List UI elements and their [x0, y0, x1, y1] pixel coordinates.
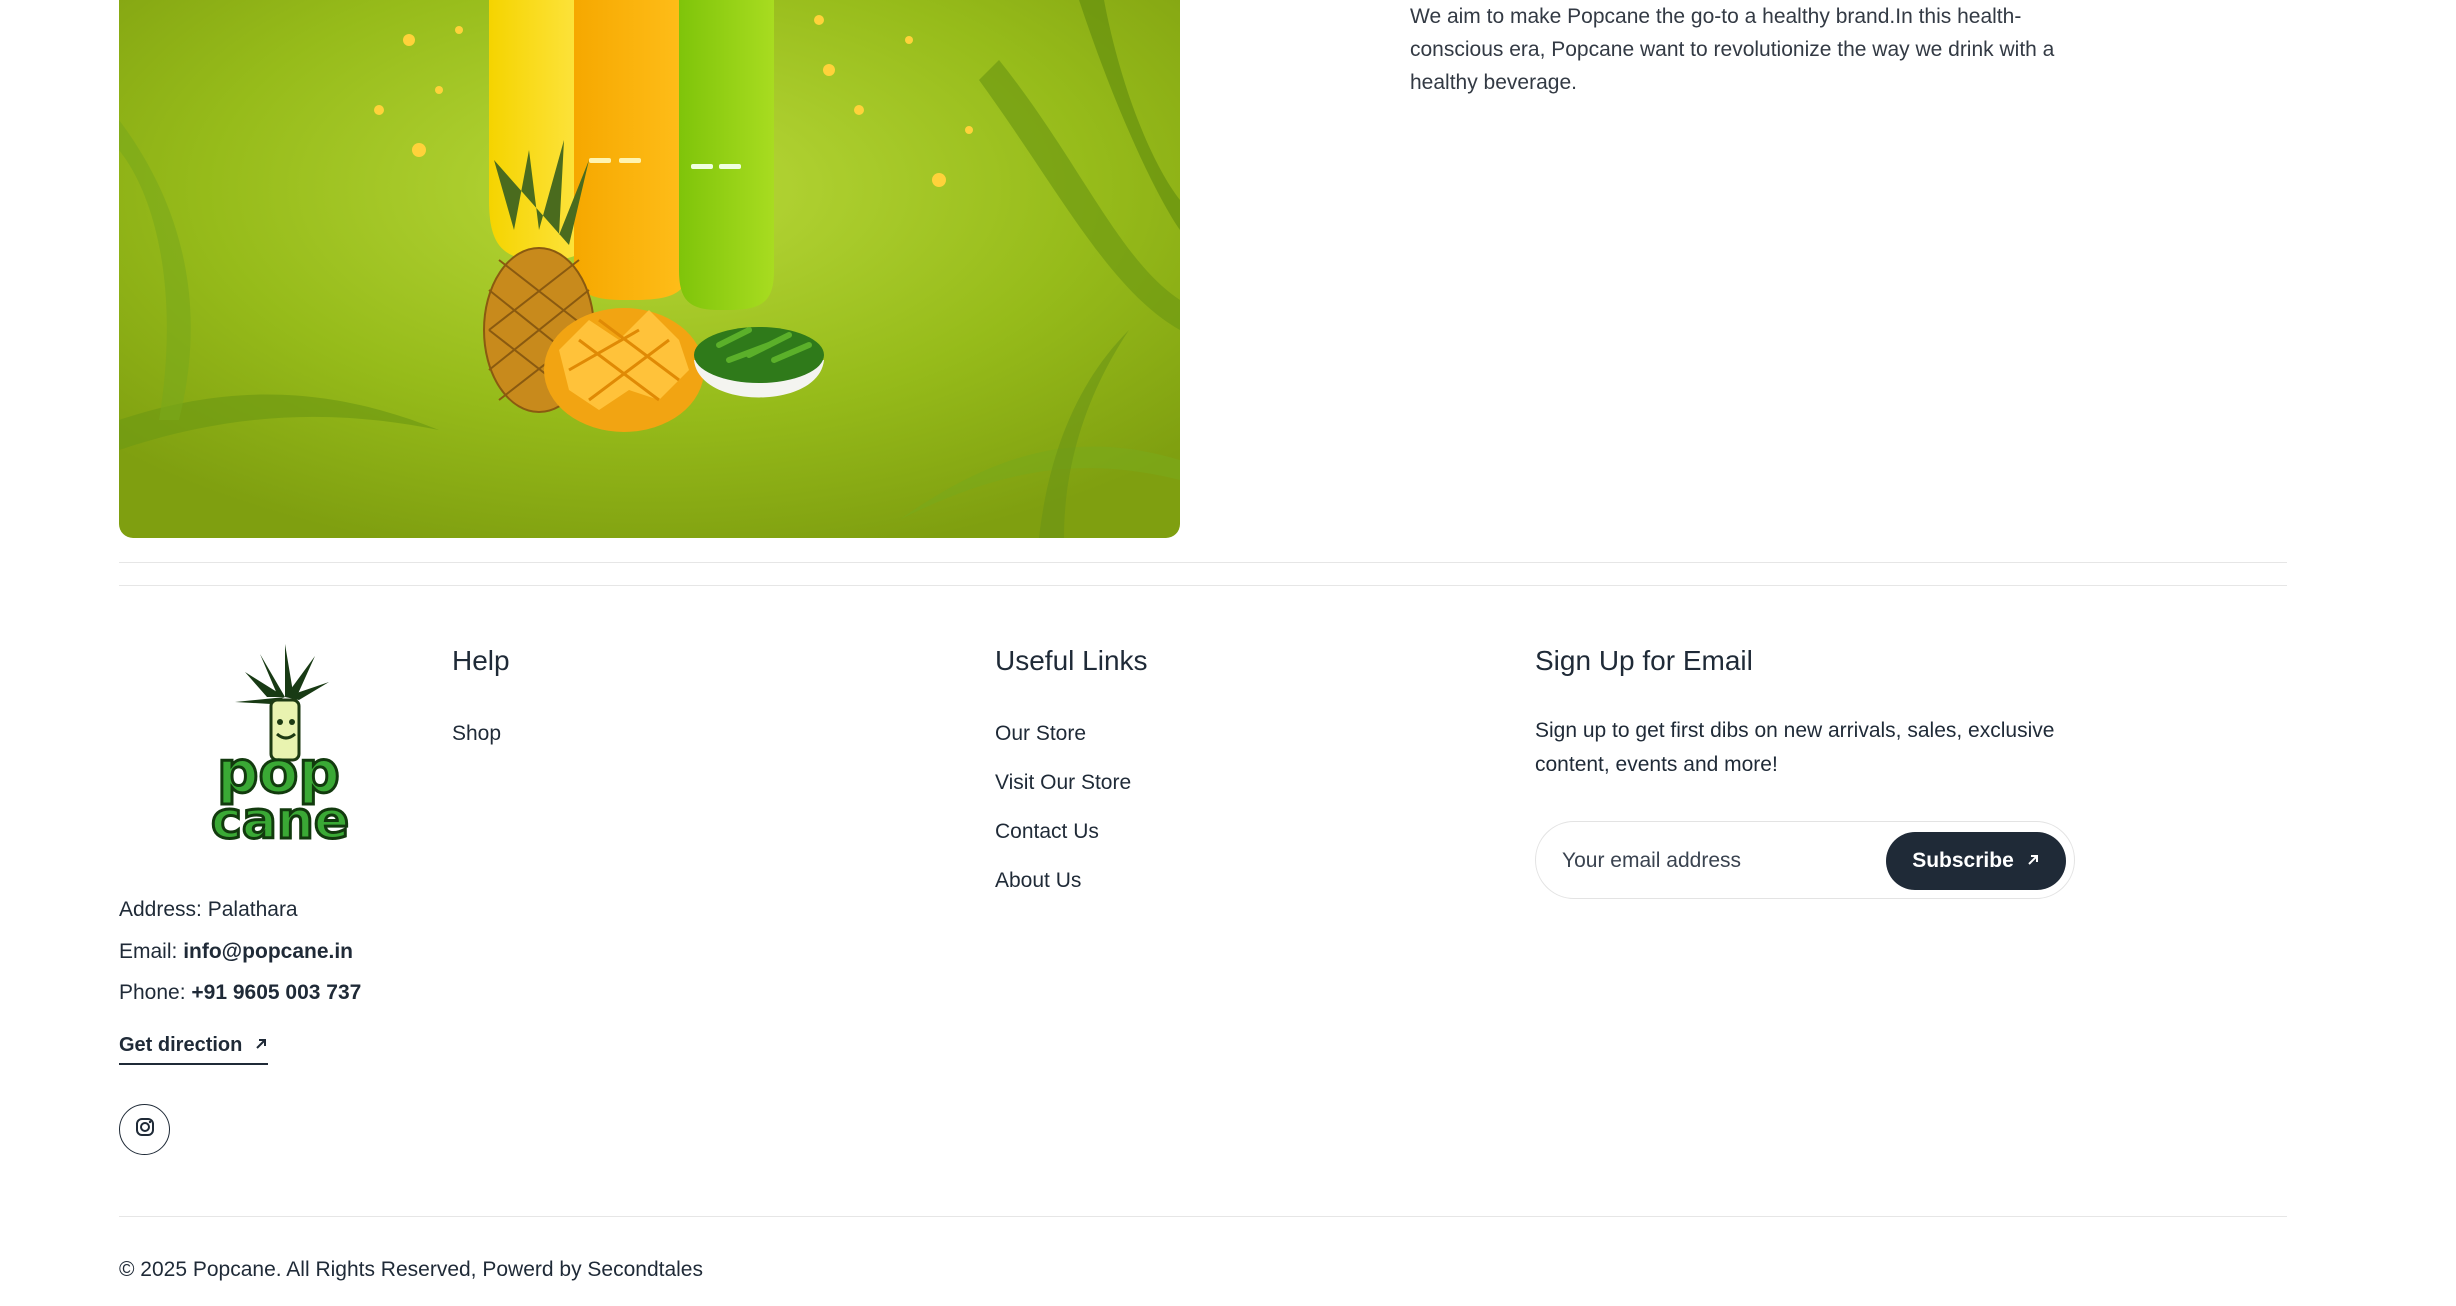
arrow-up-right-icon	[2026, 849, 2040, 873]
svg-text:cane: cane	[211, 791, 349, 842]
divider	[119, 1216, 2287, 1217]
copyright: © 2025 Popcane. All Rights Reserved, Pow…	[119, 1258, 703, 1281]
link-our-store[interactable]: Our Store	[995, 722, 1086, 746]
link-about-us[interactable]: About Us	[995, 869, 1081, 893]
address-line: Address: Palathara	[119, 898, 298, 922]
divider	[119, 562, 2287, 563]
signup-title: Sign Up for Email	[1535, 645, 1753, 676]
divider	[119, 585, 2287, 586]
useful-links-title: Useful Links	[995, 645, 1148, 676]
phone-line: Phone: +91 9605 003 737	[119, 981, 361, 1005]
link-contact-us[interactable]: Contact Us	[995, 820, 1099, 844]
arrow-up-right-icon	[254, 1034, 268, 1057]
instagram-button[interactable]	[119, 1104, 170, 1155]
popcane-logo[interactable]: pop cane	[205, 642, 365, 853]
help-title: Help	[452, 645, 510, 676]
instagram-icon	[135, 1117, 155, 1142]
signup-description: Sign up to get first dibs on new arrival…	[1535, 719, 2055, 776]
email-line: Email: info@popcane.in	[119, 940, 353, 964]
phone-link[interactable]: +91 9605 003 737	[191, 981, 361, 1004]
address-label: Address:	[119, 898, 202, 921]
email-label: Email:	[119, 940, 178, 963]
hero-image	[119, 0, 1180, 538]
email-input[interactable]	[1560, 836, 1864, 886]
about-text: We aim to make Popcane the go-to a healt…	[1410, 5, 2055, 94]
subscribe-button[interactable]: Subscribe	[1886, 832, 2066, 890]
get-direction-link[interactable]: Get direction	[119, 1034, 269, 1065]
address-value: Palathara	[207, 898, 298, 921]
get-direction-label: Get direction	[119, 1034, 243, 1056]
email-link[interactable]: info@popcane.in	[183, 940, 353, 963]
phone-label: Phone:	[119, 981, 186, 1004]
help-link-shop[interactable]: Shop	[452, 722, 501, 746]
link-visit-our-store[interactable]: Visit Our Store	[995, 771, 1131, 795]
subscribe-label: Subscribe	[1912, 849, 2014, 872]
